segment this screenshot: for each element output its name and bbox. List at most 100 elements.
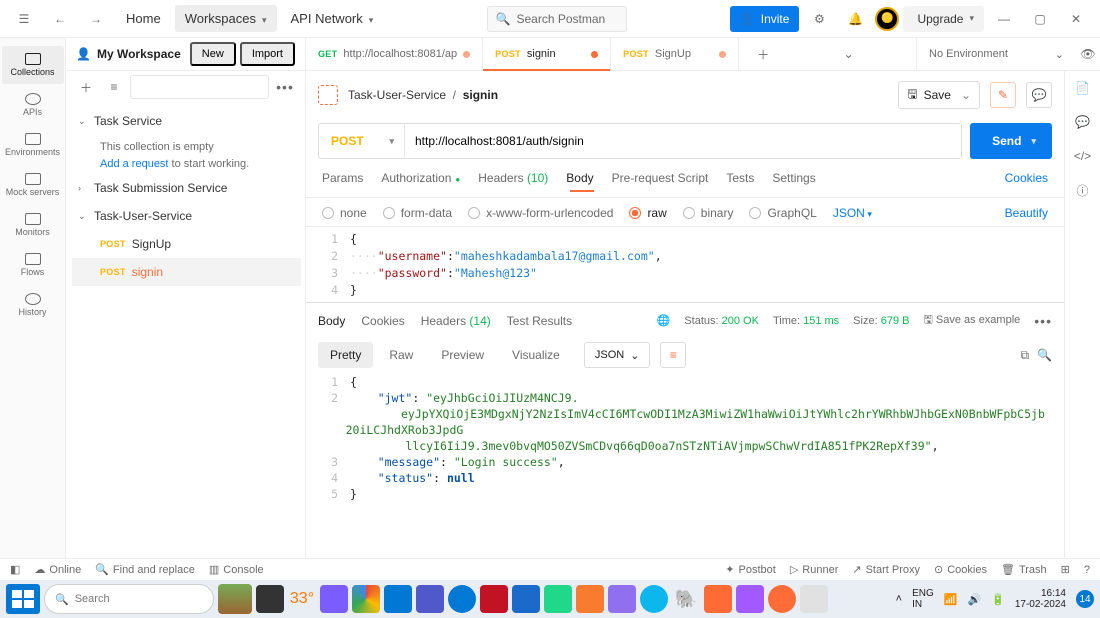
comments-icon[interactable]: 💬 <box>1074 113 1092 131</box>
trash[interactable]: 🗑 Trash <box>1001 563 1047 576</box>
nav-forward[interactable]: → <box>80 3 112 35</box>
body-raw[interactable]: raw <box>629 206 666 220</box>
app-icon[interactable] <box>320 585 348 613</box>
layout-icon[interactable]: ⊞ <box>1061 563 1070 576</box>
upgrade-button[interactable]: Upgrade <box>903 6 984 32</box>
url-input[interactable] <box>405 124 961 158</box>
comment-icon[interactable]: 💬 <box>1026 82 1052 108</box>
notifications-icon[interactable]: 🔔 <box>839 3 871 35</box>
datagrip-icon[interactable] <box>608 585 636 613</box>
app-icon[interactable] <box>800 585 828 613</box>
postgres-icon[interactable]: 🐘 <box>672 585 700 613</box>
tab-params[interactable]: Params <box>322 171 363 191</box>
add-request-link[interactable]: Add a request <box>100 158 169 170</box>
app-icon[interactable] <box>416 585 444 613</box>
copy-icon[interactable]: ⧉ <box>1020 348 1029 363</box>
clion-icon[interactable] <box>576 585 604 613</box>
mode-preview[interactable]: Preview <box>429 342 496 368</box>
cookies-footer[interactable]: ⊙ Cookies <box>934 563 987 576</box>
save-example-link[interactable]: 🖫 Save as example <box>923 311 1020 330</box>
nav-home[interactable]: Home <box>116 5 171 32</box>
wrap-lines-icon[interactable]: ≡ <box>660 342 686 368</box>
filter-icon[interactable]: ≡ <box>102 75 126 99</box>
webstorm-icon[interactable] <box>512 585 540 613</box>
edit-icon[interactable]: ✎ <box>990 82 1016 108</box>
body-lang-selector[interactable]: JSON <box>833 206 872 220</box>
method-selector[interactable]: POST <box>319 124 405 158</box>
sidebar-toggle-icon[interactable]: ◧ <box>10 563 20 576</box>
battery-icon[interactable]: 🔋 <box>991 593 1005 606</box>
notification-badge[interactable]: 14 <box>1076 590 1094 608</box>
cookies-link[interactable]: Cookies <box>1005 171 1048 191</box>
add-icon[interactable]: ＋ <box>74 75 98 99</box>
save-button[interactable]: 🖫Save⌄ <box>898 81 980 109</box>
tab-tests[interactable]: Tests <box>726 171 754 191</box>
online-status[interactable]: ☁ Online <box>34 563 81 576</box>
window-close[interactable]: ✕ <box>1060 3 1092 35</box>
more-icon[interactable]: ••• <box>273 75 297 99</box>
rail-apis[interactable]: APIs <box>2 86 64 124</box>
resp-tab-tests[interactable]: Test Results <box>507 314 572 328</box>
resp-tab-body[interactable]: Body <box>318 314 345 328</box>
body-none[interactable]: none <box>322 206 367 220</box>
nav-back[interactable]: ← <box>44 3 76 35</box>
request-body-editor[interactable]: 1{ 2····"username":"maheshkadambala17@gm… <box>306 226 1064 302</box>
resp-more-icon[interactable]: ••• <box>1034 313 1052 329</box>
start-proxy[interactable]: ↗ Start Proxy <box>852 563 920 576</box>
mode-pretty[interactable]: Pretty <box>318 342 373 368</box>
find-replace[interactable]: 🔍 Find and replace <box>95 563 195 576</box>
tab-body[interactable]: Body <box>566 171 593 191</box>
rail-collections[interactable]: Collections <box>2 46 64 84</box>
rail-environments[interactable]: Environments <box>2 126 64 164</box>
xampp-icon[interactable] <box>704 585 732 613</box>
globe-icon[interactable]: 🌐 <box>657 314 671 327</box>
nav-workspaces[interactable]: Workspaces <box>175 5 277 32</box>
environment-quicklook-icon[interactable]: 👁 <box>1076 42 1100 66</box>
rail-mock-servers[interactable]: Mock servers <box>2 166 64 204</box>
request-signup[interactable]: POSTSignUp <box>72 230 301 258</box>
body-binary[interactable]: binary <box>683 206 734 220</box>
pycharm-icon[interactable] <box>544 585 572 613</box>
mode-visualize[interactable]: Visualize <box>500 342 572 368</box>
tray-chevron[interactable]: ˄ <box>896 593 902 605</box>
clock[interactable]: 16:1417-02-2024 <box>1015 588 1066 610</box>
new-tab-icon[interactable]: ＋ <box>751 42 775 66</box>
body-graphql[interactable]: GraphQL <box>749 206 816 220</box>
tab-authorization[interactable]: Authorization <box>381 171 460 191</box>
tab-0[interactable]: GEThttp://localhost:8081/ap <box>306 38 483 71</box>
new-button[interactable]: New <box>190 42 236 66</box>
mode-raw[interactable]: Raw <box>377 342 425 368</box>
tab-1[interactable]: POSTsignin <box>483 38 611 71</box>
tab-headers[interactable]: Headers (10) <box>478 171 548 191</box>
window-minimize[interactable]: — <box>988 3 1020 35</box>
tab-settings[interactable]: Settings <box>772 171 815 191</box>
tab-prerequest[interactable]: Pre-request Script <box>612 171 709 191</box>
docker-icon[interactable] <box>640 585 668 613</box>
settings-icon[interactable]: ⚙ <box>803 3 835 35</box>
response-body[interactable]: 1{ 2 "jwt": "eyJhbGciOiJIUzM4NCJ9. eyJpY… <box>306 368 1064 502</box>
taskview-icon[interactable] <box>256 585 284 613</box>
postman-icon[interactable] <box>768 585 796 613</box>
collection-task-service[interactable]: ⌄Task Service <box>72 107 301 135</box>
rail-monitors[interactable]: Monitors <box>2 206 64 244</box>
environment-selector[interactable]: No Environment⌄ <box>916 38 1076 71</box>
start-button[interactable] <box>6 584 40 614</box>
collection-task-user[interactable]: ⌄Task-User-Service <box>72 202 301 230</box>
avatar[interactable]: 🟡 <box>875 7 899 31</box>
runner[interactable]: ▷ Runner <box>790 563 839 576</box>
invite-button[interactable]: 👤Invite <box>730 6 800 32</box>
postbot[interactable]: ✦ Postbot <box>725 563 776 576</box>
vscode-icon[interactable] <box>384 585 412 613</box>
resp-tab-cookies[interactable]: Cookies <box>361 314 404 328</box>
search-input[interactable]: 🔍 Search Postman <box>487 6 627 32</box>
beautify-link[interactable]: Beautify <box>1005 206 1048 220</box>
volume-icon[interactable]: 🔊 <box>967 593 981 606</box>
sidebar-search[interactable] <box>130 75 269 99</box>
lang-indicator[interactable]: ENGIN <box>912 588 934 610</box>
docs-icon[interactable]: 📄 <box>1074 79 1092 97</box>
console-toggle[interactable]: ▥ Console <box>209 563 264 576</box>
resp-lang-selector[interactable]: JSON⌄ <box>584 342 651 368</box>
tabs-menu-icon[interactable]: ⌄ <box>837 42 861 66</box>
body-form-data[interactable]: form-data <box>383 206 452 220</box>
body-xwww[interactable]: x-www-form-urlencoded <box>468 206 613 220</box>
